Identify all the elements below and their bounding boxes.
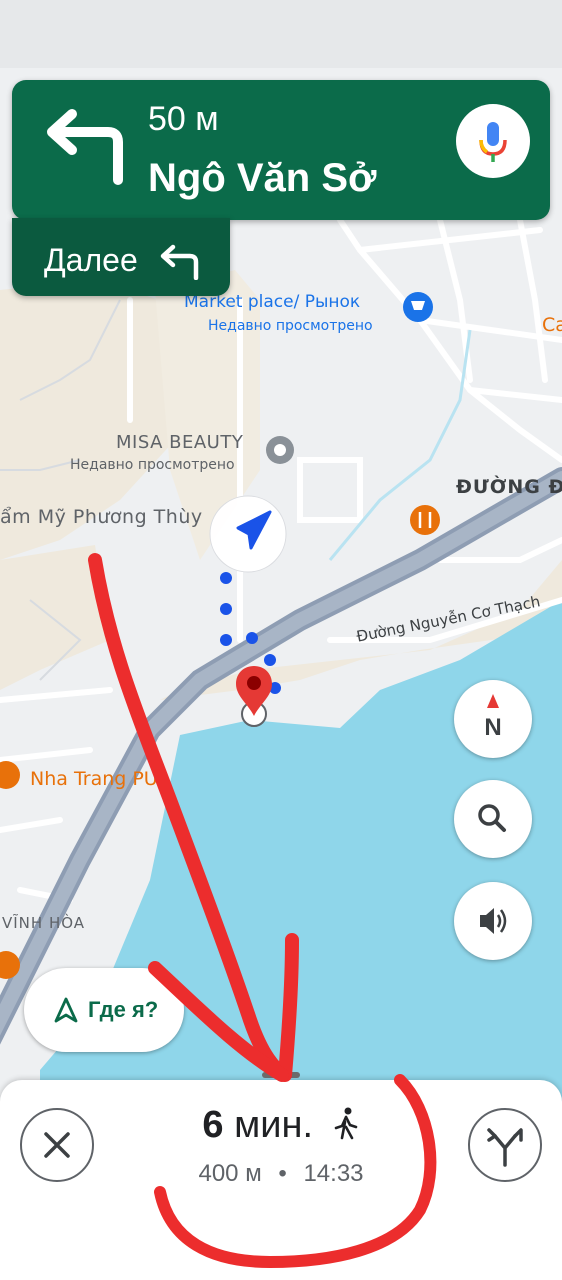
sheet-drag-handle[interactable] xyxy=(262,1072,300,1078)
turn-left-icon xyxy=(47,109,123,185)
navigation-instruction-card[interactable]: 50 м Ngô Văn Sở xyxy=(12,80,550,220)
current-location-marker xyxy=(204,490,292,578)
poi-nha-trang[interactable]: Nha Trang PU xyxy=(30,768,158,790)
poi-market-subtitle: Недавно просмотрено xyxy=(208,318,373,334)
search-button[interactable] xyxy=(454,780,532,858)
where-am-i-label: Где я? xyxy=(88,997,159,1022)
search-icon xyxy=(478,804,506,832)
then-turn-left-icon xyxy=(160,244,199,280)
voice-search-button[interactable] xyxy=(456,104,530,178)
alternate-routes-button[interactable] xyxy=(468,1108,542,1182)
then-label: Далее xyxy=(44,242,138,278)
trip-distance: 400 м xyxy=(198,1160,262,1187)
compass-north-label: N xyxy=(484,714,502,741)
poi-misa-beauty[interactable]: MISA BEAUTY xyxy=(116,432,243,453)
street-label-duong: ĐƯỜNG Đ xyxy=(456,476,562,498)
red-pin-icon xyxy=(236,666,272,727)
compass-button[interactable]: N xyxy=(454,680,532,758)
navigation-arrow-icon xyxy=(209,495,287,573)
next-street-name: Ngô Văn Sở xyxy=(148,156,377,200)
poi-phuong-thuy[interactable]: ẩm Mỹ Phương Thùy xyxy=(0,506,203,528)
sound-button[interactable] xyxy=(454,882,532,960)
speaker-icon xyxy=(480,908,507,934)
destination-pin[interactable] xyxy=(234,664,278,730)
navigation-triangle-icon xyxy=(54,997,78,1023)
microphone-icon xyxy=(479,122,507,162)
next-turn-distance: 50 м xyxy=(148,100,219,138)
where-am-i-button[interactable]: Где я? xyxy=(24,968,184,1052)
area-label-vinh-hoa: VĨNH HÒA xyxy=(2,914,86,932)
poi-misa-subtitle: Недавно просмотрено xyxy=(70,457,235,473)
poi-ca[interactable]: Ca xyxy=(542,314,562,336)
arrival-time: 14:33 xyxy=(303,1160,364,1187)
walking-person-icon xyxy=(334,1107,357,1140)
trip-summary-sheet[interactable]: 6 мин. 400 м • 14:33 xyxy=(0,1072,562,1280)
route-fork-icon xyxy=(487,1128,523,1167)
duration-value: 6 xyxy=(202,1104,224,1146)
duration-unit: мин. xyxy=(234,1104,314,1146)
separator-dot: • xyxy=(278,1160,287,1187)
then-instruction-card[interactable]: Далее xyxy=(12,218,230,296)
